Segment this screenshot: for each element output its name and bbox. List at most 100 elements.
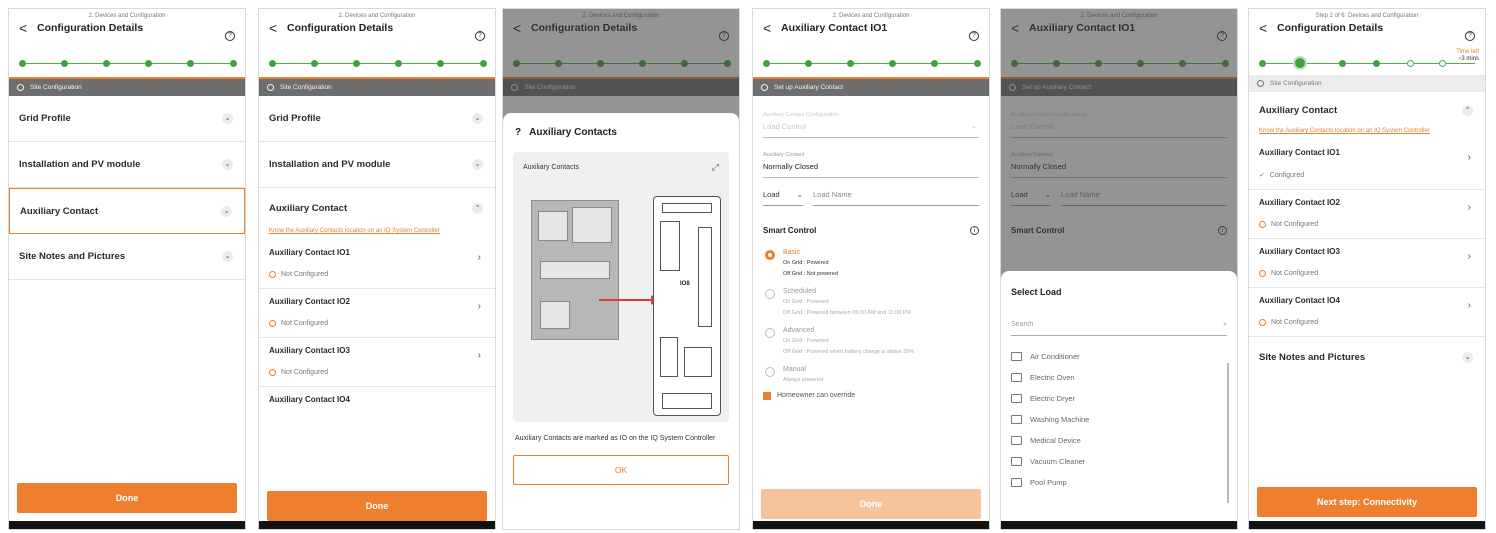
item-auxiliary-contact[interactable]: Auxiliary Contact ⌃ xyxy=(1249,92,1485,128)
aux-io2[interactable]: Auxiliary Contact IO2 Not Configured › xyxy=(1249,190,1485,239)
warning-icon xyxy=(1259,270,1266,277)
chevron-down-icon: ⌄ xyxy=(971,123,977,130)
checkbox[interactable] xyxy=(763,392,771,400)
option-advanced[interactable]: Advanced On Grid : Powered Off Grid : Powe… xyxy=(753,321,989,360)
chevron-down-icon: ⌄ xyxy=(222,251,233,262)
page-title: Configuration Details xyxy=(37,22,144,34)
help-icon: ? xyxy=(515,127,522,138)
medical-icon xyxy=(1011,436,1022,445)
aux-io4[interactable]: Auxiliary Contact IO4 Not Configured › xyxy=(1249,288,1485,337)
option-manual[interactable]: Manual Always powered xyxy=(753,360,989,388)
warning-icon xyxy=(269,271,276,278)
chevron-down-icon: ⌄ xyxy=(472,159,483,170)
header: 2. Devices and Configuration < Auxiliary… xyxy=(753,9,989,53)
sheet-title: Select Load xyxy=(1011,287,1062,297)
radio[interactable] xyxy=(765,289,775,299)
back-arrow-icon[interactable]: < xyxy=(269,21,279,35)
back-arrow-icon[interactable]: < xyxy=(763,21,773,35)
chevron-down-icon: ⌄ xyxy=(222,159,233,170)
back-arrow-icon[interactable]: < xyxy=(19,21,29,35)
scrollbar[interactable] xyxy=(1227,363,1229,503)
item-installation[interactable]: Installation and PV module ⌄ xyxy=(259,142,495,188)
step-progress xyxy=(763,53,981,75)
aux-io1[interactable]: Auxiliary Contact IO1 Not Configured › xyxy=(259,240,495,289)
load-select[interactable]: Load ⌄ xyxy=(763,190,803,206)
contact-field[interactable]: Auxiliary Contact Normally Closed xyxy=(763,146,979,178)
aux-location-link[interactable]: Know the Auxiliary Contacts location on … xyxy=(259,228,495,240)
help-icon[interactable]: ? xyxy=(225,31,235,41)
card-title: Auxiliary Contacts xyxy=(523,164,580,171)
ok-button[interactable]: OK xyxy=(513,455,729,485)
screen-2: 2. Devices and Configuration < Configura… xyxy=(258,8,496,530)
washer-icon xyxy=(1011,415,1022,424)
next-step-button[interactable]: Next step: Connectivity xyxy=(1257,487,1477,517)
item-site-notes[interactable]: Site Notes and Pictures ⌄ xyxy=(1249,337,1485,377)
item-site-notes[interactable]: Site Notes and Pictures ⌄ xyxy=(9,234,245,280)
item-installation[interactable]: Installation and PV module ⌄ xyxy=(9,142,245,188)
controller-photo xyxy=(531,200,619,340)
warning-icon xyxy=(269,369,276,376)
screen-1: 2. Devices and Configuration < Configura… xyxy=(8,8,246,530)
aux-contacts-modal: ? Auxiliary Contacts Auxiliary Contacts ⤢… xyxy=(503,113,739,529)
aux-io3[interactable]: Auxiliary Contact IO3 Not Configured › xyxy=(1249,239,1485,288)
help-icon[interactable]: ? xyxy=(1465,31,1475,41)
radio[interactable] xyxy=(765,328,775,338)
aux-io1[interactable]: Auxiliary Contact IO1 ✓ Configured › xyxy=(1249,140,1485,190)
section-bar: Site Configuration xyxy=(9,79,245,96)
screen-5: 2. Devices and Configuration < Auxiliary… xyxy=(1000,8,1238,530)
load-item[interactable]: Medical Device xyxy=(1001,430,1237,451)
page-title: Auxiliary Contact IO1 xyxy=(781,22,888,34)
load-item[interactable]: Electric Oven xyxy=(1001,367,1237,388)
chevron-down-icon: ⌄ xyxy=(472,113,483,124)
load-name-input[interactable]: Load Name xyxy=(813,190,979,206)
aux-io2[interactable]: Auxiliary Contact IO2 Not Configured › xyxy=(259,289,495,338)
option-basic[interactable]: Basic On Grid : Powered Off Grid : Not pow… xyxy=(753,243,989,282)
radio-selected[interactable] xyxy=(765,250,775,260)
page-title: Configuration Details xyxy=(1277,22,1384,34)
warning-icon xyxy=(269,320,276,327)
load-item[interactable]: Vacuum Cleaner xyxy=(1001,451,1237,472)
diagram-card: Auxiliary Contacts ⤢ IO8 xyxy=(513,152,729,422)
help-icon[interactable]: ? xyxy=(475,31,485,41)
item-grid-profile[interactable]: Grid Profile ⌄ xyxy=(259,96,495,142)
chevron-down-icon: ⌄ xyxy=(796,190,803,199)
config-select: Auxiliary Contact Configuration Load Con… xyxy=(763,106,979,138)
expand-icon[interactable]: ⤢ xyxy=(712,162,719,173)
done-button[interactable]: Done xyxy=(17,483,237,513)
search-input[interactable]: Search ⌕ xyxy=(1011,321,1227,336)
modal-title: Auxiliary Contacts xyxy=(529,127,617,138)
back-arrow-icon[interactable]: < xyxy=(1259,21,1269,35)
homeowner-override[interactable]: Homeowner can override xyxy=(753,388,989,404)
pump-icon xyxy=(1011,478,1022,487)
load-item[interactable]: Electric Dryer xyxy=(1001,388,1237,409)
radio[interactable] xyxy=(765,367,775,377)
item-auxiliary-contact[interactable]: Auxiliary Contact ⌃ xyxy=(259,188,495,228)
aux-io3[interactable]: Auxiliary Contact IO3 Not Configured › xyxy=(259,338,495,387)
chevron-down-icon: ⌄ xyxy=(222,113,233,124)
oven-icon xyxy=(1011,373,1022,382)
info-icon[interactable]: i xyxy=(970,226,979,235)
screen-3: 2. Devices and Configuration < Configura… xyxy=(502,8,740,530)
section-bar: Site Configuration xyxy=(1249,75,1485,92)
help-icon[interactable]: ? xyxy=(969,31,979,41)
controller-diagram: IO8 xyxy=(653,196,721,416)
item-auxiliary-contact[interactable]: Auxiliary Contact ⌄ xyxy=(9,188,245,234)
warning-icon xyxy=(1259,221,1266,228)
modal-description: Auxiliary Contacts are marked as IO on t… xyxy=(515,435,716,442)
smart-control-title: Smart Control xyxy=(763,226,817,235)
aux-io4[interactable]: Auxiliary Contact IO4 xyxy=(259,387,495,414)
done-button[interactable]: Done xyxy=(267,491,487,521)
done-button[interactable]: Done xyxy=(761,489,981,519)
appliance-icon xyxy=(1011,352,1022,361)
load-item[interactable]: Pool Pump xyxy=(1001,472,1237,493)
load-item[interactable]: Air Conditioner xyxy=(1001,346,1237,367)
select-load-sheet: Select Load Search ⌕ Air Conditioner Elec… xyxy=(1001,271,1237,529)
chevron-down-icon: ⌄ xyxy=(1462,351,1473,363)
option-scheduled[interactable]: Scheduled On Grid : Powered Off Grid : Pow… xyxy=(753,282,989,321)
chevron-right-icon: › xyxy=(1467,300,1471,311)
chevron-right-icon: › xyxy=(477,350,481,361)
load-item[interactable]: Washing Machine xyxy=(1001,409,1237,430)
aux-location-link[interactable]: Know the Auxiliary Contacts location on … xyxy=(1249,128,1485,140)
item-grid-profile[interactable]: Grid Profile ⌄ xyxy=(9,96,245,142)
chevron-up-icon: ⌃ xyxy=(472,202,483,214)
